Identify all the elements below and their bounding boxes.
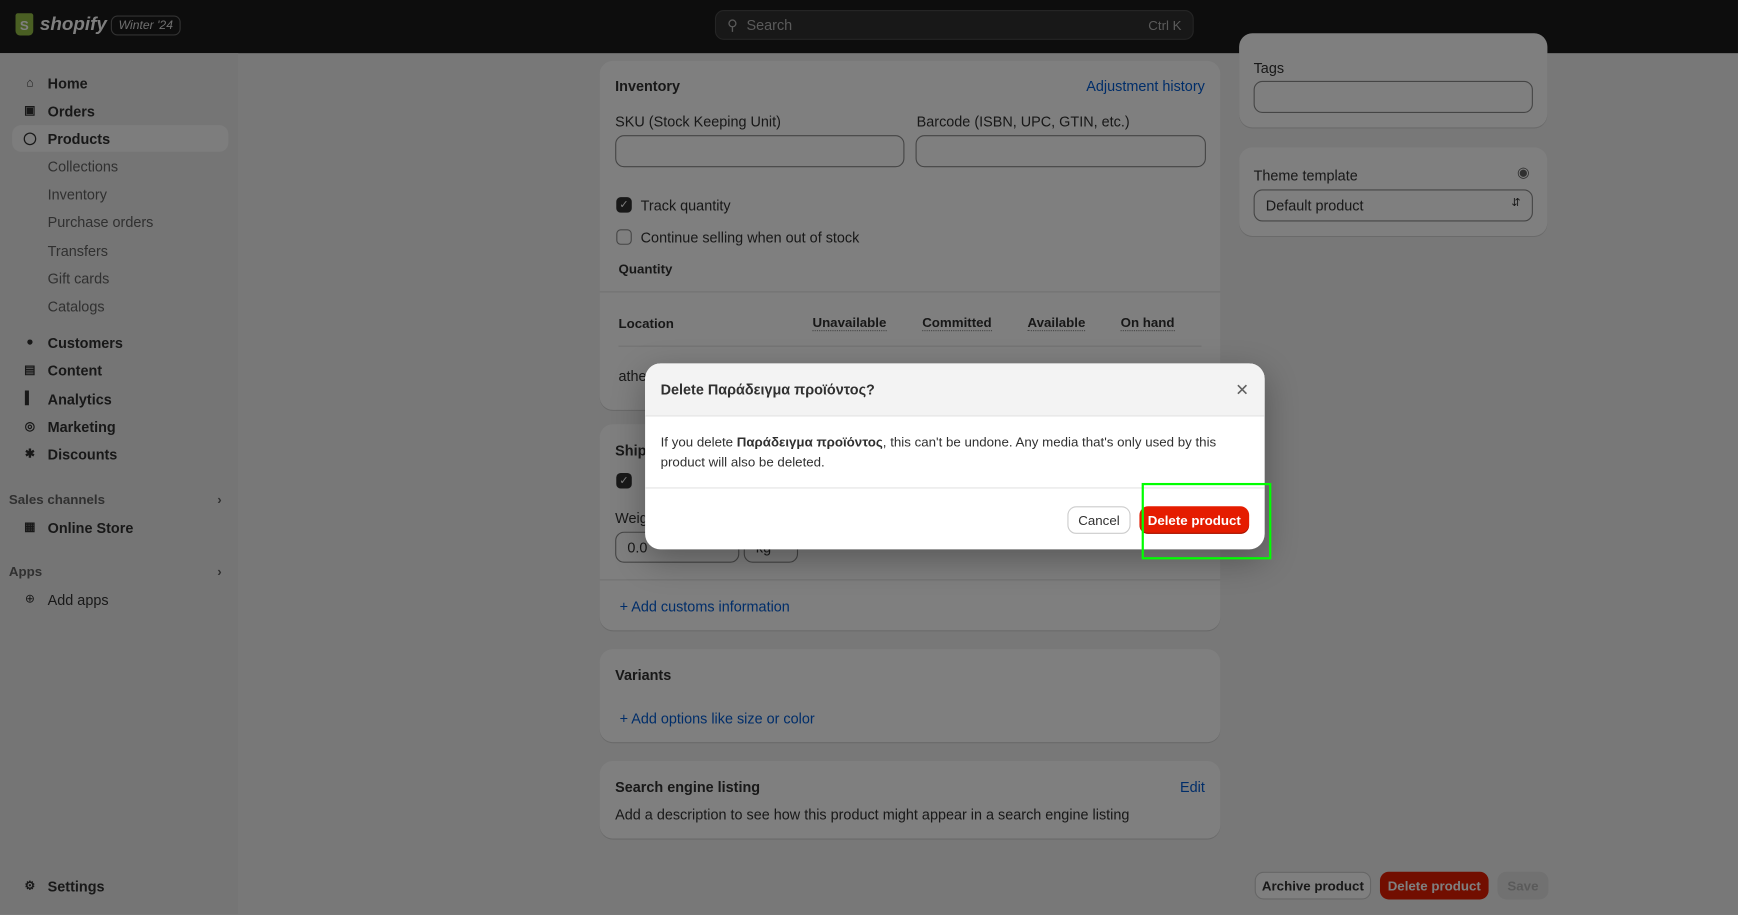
product-name: Παράδειγμα προϊόντος bbox=[736, 434, 883, 450]
dialog-title: Delete Παράδειγμα προϊόντος? bbox=[660, 381, 875, 398]
highlight-box bbox=[1141, 482, 1272, 560]
body-text: If you delete bbox=[660, 434, 737, 450]
cancel-button[interactable]: Cancel bbox=[1067, 506, 1131, 534]
close-icon[interactable]: ✕ bbox=[1235, 379, 1249, 399]
dialog-body: If you delete Παράδειγμα προϊόντος, this… bbox=[645, 416, 1265, 489]
